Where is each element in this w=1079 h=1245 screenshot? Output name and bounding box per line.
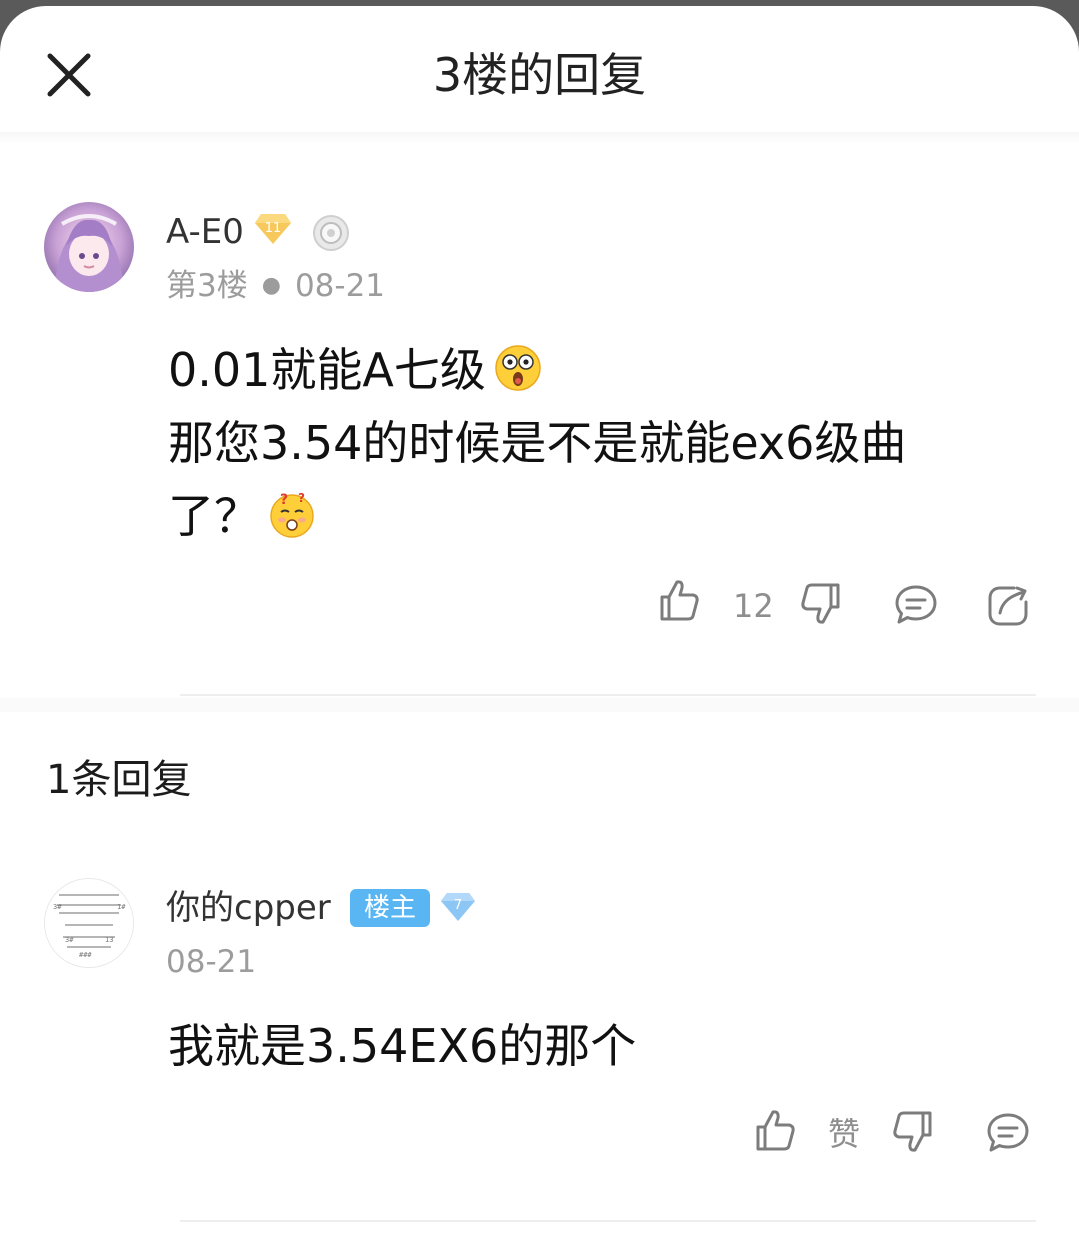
reply-avatar[interactable]: 3# 1# 3# 13 ### xyxy=(44,878,134,968)
svg-text:?: ? xyxy=(280,492,288,508)
share-icon xyxy=(988,586,1028,626)
divider xyxy=(180,694,1036,696)
header: 3楼的回复 xyxy=(0,6,1079,138)
like-count: 12 xyxy=(733,587,774,625)
medal-icon xyxy=(313,215,349,251)
svg-text:11: 11 xyxy=(265,221,282,236)
content-line: 那您3.54的时候是不是就能ex6级曲 xyxy=(168,416,907,470)
svg-text:1#: 1# xyxy=(117,903,126,911)
level-badge: 11 xyxy=(254,210,292,246)
svg-text:3#: 3# xyxy=(53,903,62,911)
thumbs-up-icon xyxy=(660,580,699,621)
floor-label: 第3楼 xyxy=(166,268,248,304)
post-meta: 第3楼 ● 08-21 xyxy=(166,266,385,310)
avatar[interactable] xyxy=(44,202,134,292)
reply-like-button[interactable] xyxy=(754,1108,796,1152)
svg-text:13: 13 xyxy=(105,936,113,944)
svg-text:?: ? xyxy=(298,491,305,505)
svg-text:7: 7 xyxy=(454,898,462,913)
username[interactable]: A-E0 xyxy=(166,210,244,254)
diamond-badge-icon: 7 xyxy=(441,893,475,921)
comment-bubble-icon xyxy=(987,1113,1029,1152)
reply-level-badge: 7 xyxy=(440,889,476,923)
comment-bubble-icon xyxy=(895,585,937,624)
content-line: 0.01就能A七级 xyxy=(168,334,906,407)
divider xyxy=(180,1220,1036,1222)
reply-sheet: 3楼的回复 A-E0 11 第3楼 ● 08-21 0.01就能A七级 那您3.… xyxy=(0,6,1079,1245)
svg-text:###: ### xyxy=(79,951,92,959)
svg-text:3#: 3# xyxy=(65,936,74,944)
reply-dislike-button[interactable] xyxy=(892,1110,934,1154)
reply-like-label: 赞 xyxy=(828,1115,861,1153)
op-badge: 楼主 xyxy=(350,889,430,927)
reply-comment-button[interactable] xyxy=(986,1112,1030,1154)
post-date: 08-21 xyxy=(294,268,386,304)
dislike-button[interactable] xyxy=(800,582,842,626)
reply-content: 我就是3.54EX6的那个 xyxy=(168,1019,637,1073)
like-button[interactable] xyxy=(658,578,700,622)
section-gap xyxy=(0,698,1079,712)
post-content: 0.01就能A七级 那您3.54的时候是不是就能ex6级曲 了？ ? ? xyxy=(168,334,906,553)
medal-badge xyxy=(312,214,350,252)
content-line: 了？ ? ? xyxy=(168,480,906,553)
reply-date: 08-21 xyxy=(166,944,257,980)
comment-button[interactable] xyxy=(894,584,938,626)
reply-username[interactable]: 你的cpper xyxy=(166,886,331,930)
surprised-face-emoji-icon xyxy=(495,345,541,391)
separator-dot: ● xyxy=(261,273,281,298)
thumbs-down-icon xyxy=(801,583,840,624)
diamond-badge-icon: 11 xyxy=(255,214,291,244)
confused-face-emoji-icon: ? ? xyxy=(270,491,314,538)
replies-count-title: 1条回复 xyxy=(46,757,192,803)
page-title: 3楼的回复 xyxy=(432,48,647,102)
header-divider xyxy=(0,132,1079,144)
thumbs-up-icon xyxy=(756,1110,795,1151)
thumbs-down-icon xyxy=(893,1111,932,1152)
share-button[interactable] xyxy=(986,584,1030,628)
